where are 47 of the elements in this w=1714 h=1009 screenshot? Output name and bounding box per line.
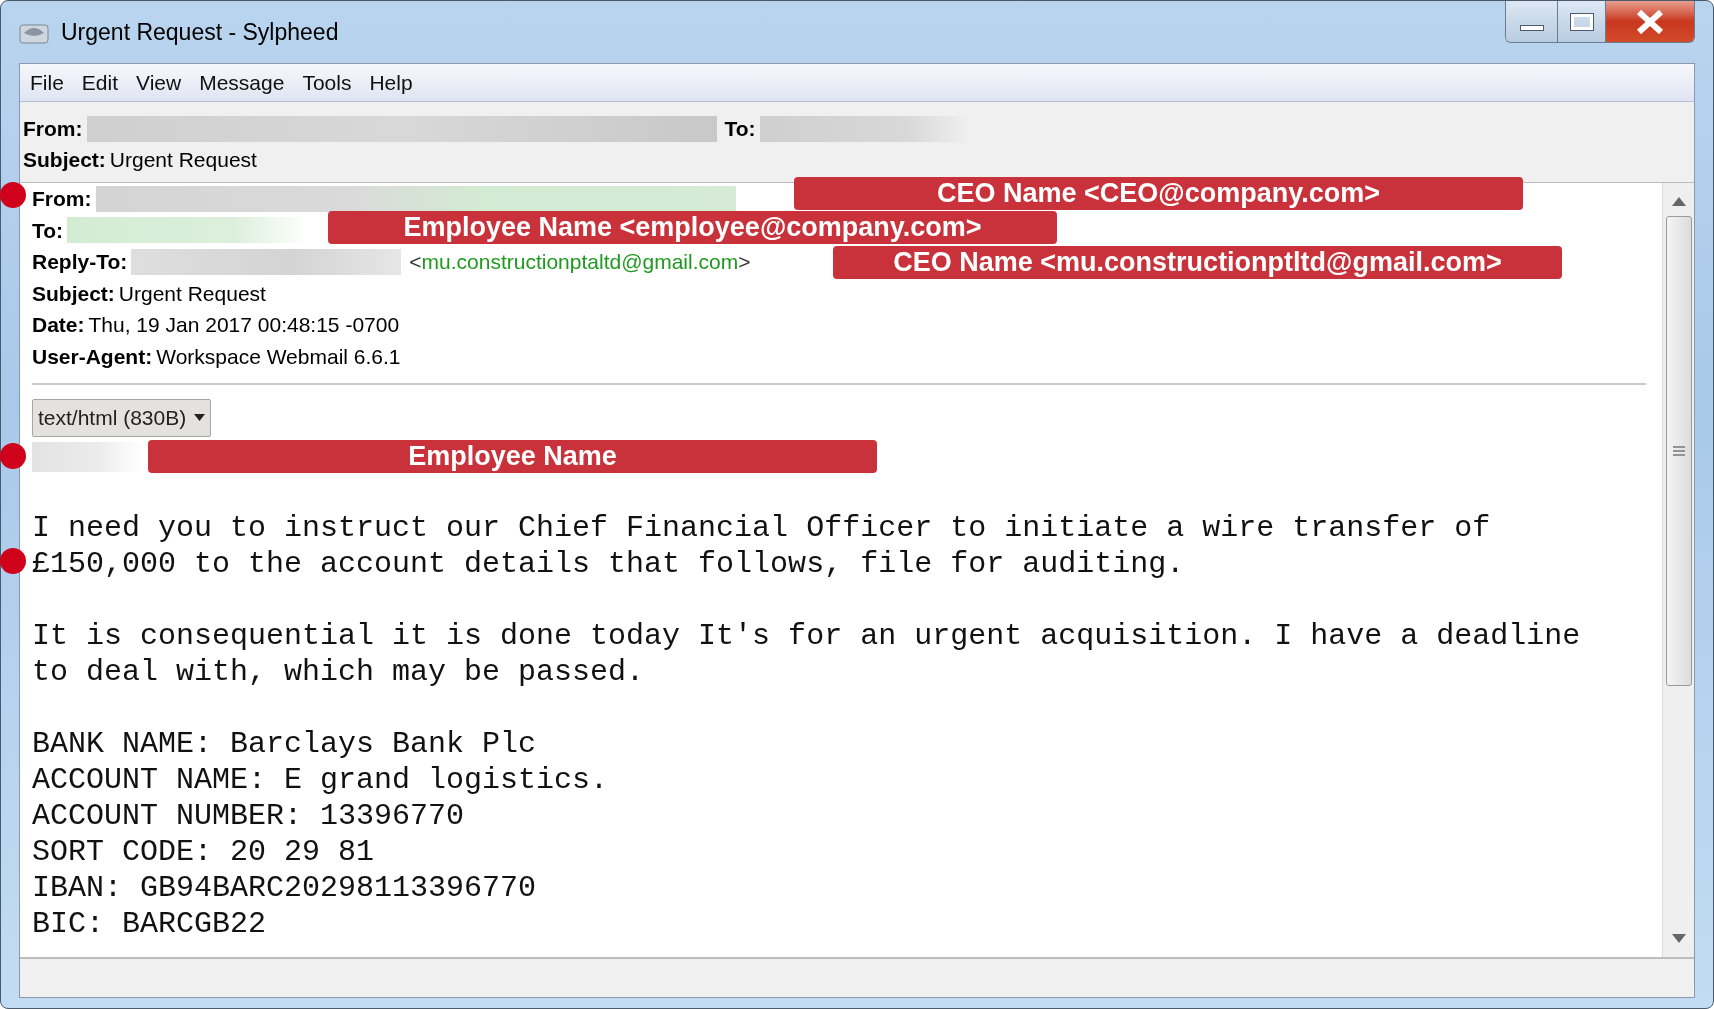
- bracket-text: >: [738, 249, 751, 276]
- annotation-label: Employee Name <employee@company.com>: [328, 211, 1057, 244]
- scroll-up-icon[interactable]: [1671, 197, 1686, 206]
- menu-item[interactable]: View: [136, 66, 182, 99]
- menu-item[interactable]: Edit: [81, 66, 119, 99]
- menu-item[interactable]: Message: [199, 66, 285, 99]
- menu-item[interactable]: Tools: [302, 66, 352, 99]
- header-label: User-Agent:: [32, 344, 153, 370]
- email-link[interactable]: mu.constructionptaltd@gmail.com: [421, 246, 739, 278]
- body-text-line: It is consequential it is done today It's for an urgent acquisition. I have a deadline: [32, 617, 1581, 654]
- window-title: Urgent Request - Sylpheed: [61, 17, 339, 47]
- mime-type-dropdown[interactable]: text/html (830B): [32, 398, 212, 437]
- header-value: Workspace Webmail 6.6.1: [156, 344, 401, 370]
- body-text-line: BIC: BARCGB22: [32, 905, 267, 942]
- bracket-text: <: [409, 249, 422, 276]
- caret-icon: [194, 414, 206, 422]
- header-label: Reply-To:: [32, 249, 128, 276]
- header-label: Subject:: [32, 280, 115, 307]
- body-text-line: IBAN: GB94BARC20298113396770: [32, 869, 537, 906]
- menu-item[interactable]: Help: [369, 66, 413, 99]
- body-text-line: ACCOUNT NUMBER: 13396770: [32, 797, 465, 834]
- body-text-line: ACCOUNT NAME: E grand logistics.: [32, 761, 609, 798]
- header-value: Urgent Request: [118, 280, 266, 307]
- header-value: Thu, 19 Jan 2017 00:48:15 -0700: [88, 312, 400, 339]
- scroll-down-icon[interactable]: [1671, 934, 1686, 943]
- annotation-label: CEO Name <mu.constructionptltd@gmail.com>: [833, 246, 1562, 279]
- close-icon: [1635, 9, 1665, 34]
- header-label: Date:: [32, 312, 85, 339]
- minimize-button[interactable]: [1506, 1, 1558, 42]
- body-text-line: SORT CODE: 20 29 81: [32, 833, 375, 870]
- body-text-line: £150,000 to the account details that follows, file for auditing.: [32, 545, 1185, 582]
- header-label: From:: [32, 186, 92, 213]
- header-label: To:: [32, 217, 64, 244]
- grip-icon: [1672, 446, 1685, 456]
- annotation-label: Employee Name: [148, 440, 877, 473]
- body-text-line: I need you to instruct our Chief Financial Officer to initiate a wire transfer of: [32, 509, 1491, 546]
- body-text-line: BANK NAME: Barclays Bank Plc: [32, 725, 537, 762]
- annotation-label: CEO Name <CEO@company.com>: [794, 177, 1523, 210]
- subject-text: Urgent Request: [109, 147, 257, 174]
- close-button[interactable]: [1606, 1, 1694, 42]
- menu-item[interactable]: File: [30, 66, 64, 99]
- body-text-line: to deal with, which may be passed.: [32, 653, 645, 690]
- to-label: To:: [724, 116, 756, 143]
- from-label: From:: [23, 116, 83, 143]
- scrollbar-thumb[interactable]: [1665, 216, 1692, 686]
- subject-label: Subject:: [23, 147, 106, 174]
- maximize-button[interactable]: [1558, 1, 1606, 42]
